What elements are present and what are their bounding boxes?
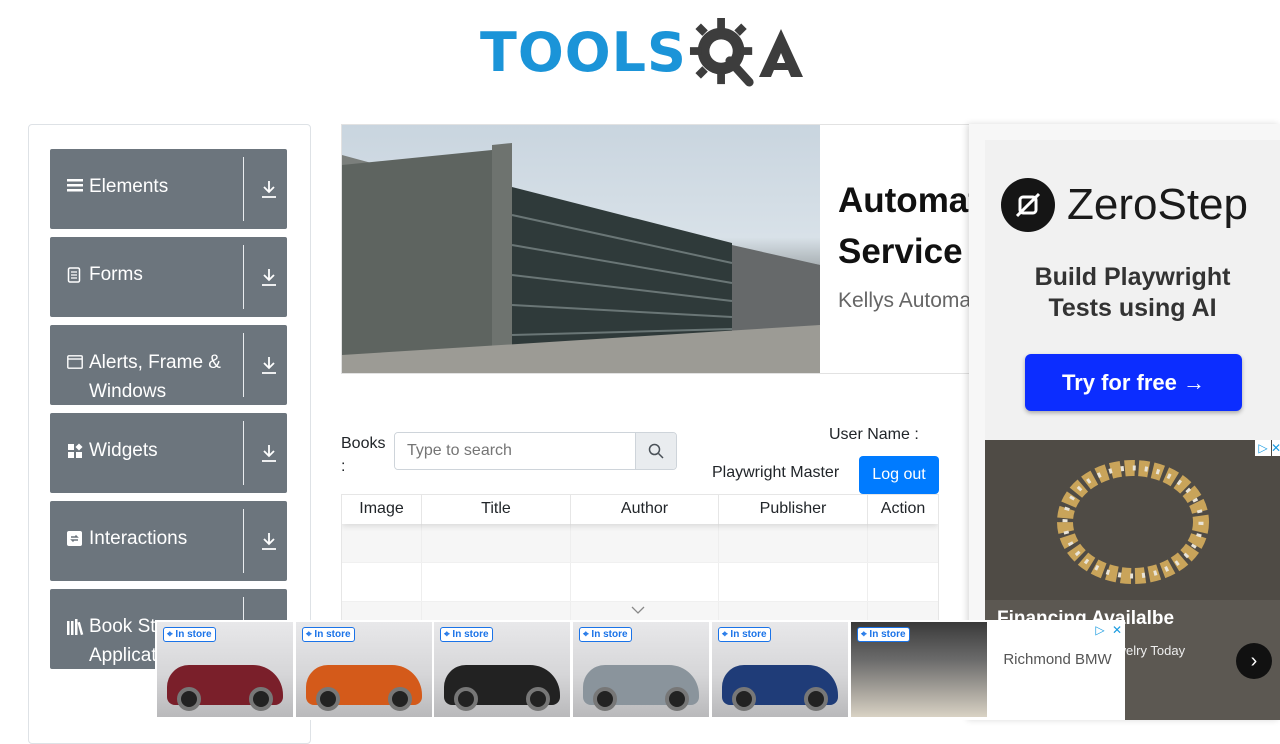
car-tile[interactable]: ⌖ In store	[157, 622, 293, 717]
sidebar-group-label: Widgets	[89, 440, 158, 461]
divider	[243, 245, 244, 309]
wheel	[177, 687, 201, 711]
wheel	[316, 687, 340, 711]
chevron-down-icon[interactable]	[631, 606, 645, 614]
zerostep-brand: ZeroStep	[1067, 180, 1248, 229]
download-icon[interactable]	[260, 531, 278, 551]
zerostep-ad[interactable]: ZeroStep Build Playwright Tests using AI…	[985, 140, 1280, 440]
sidebar-group-interactions[interactable]: Interactions	[50, 501, 287, 581]
bottom-ad[interactable]: ⌖ In store ⌖ In store ⌖ In store ⌖ In st…	[155, 620, 1125, 720]
column-header-action[interactable]: Action	[868, 495, 938, 524]
wheel	[526, 687, 550, 711]
ad-info-icon[interactable]: ▷	[1255, 440, 1271, 456]
badge-label: In store	[591, 629, 628, 640]
widgets-icon	[67, 443, 83, 462]
interactions-icon	[67, 531, 82, 549]
column-header-publisher[interactable]: Publisher	[719, 495, 868, 524]
badge-label: In store	[730, 629, 767, 640]
menu-icon	[67, 177, 83, 196]
books-label: Books :	[341, 435, 386, 475]
window-icon	[67, 355, 83, 372]
in-store-badge: ⌖ In store	[579, 627, 632, 642]
try-for-free-button[interactable]: Try for free →	[1025, 354, 1242, 411]
headline-line: Build Playwright	[1034, 263, 1231, 291]
badge-label: In store	[869, 629, 906, 640]
wheel	[732, 687, 756, 711]
chevron-right-icon[interactable]: ›	[1236, 643, 1272, 679]
sidebar-group-elements[interactable]: Elements	[50, 149, 287, 229]
sidebar-group-widgets[interactable]: Widgets	[50, 413, 287, 493]
in-store-badge: ⌖ In store	[857, 627, 910, 642]
badge-label: In store	[175, 629, 212, 640]
table-header: Image Title Author Publisher Action	[342, 495, 938, 524]
sidebar-group-label: Interactions	[89, 528, 188, 549]
in-store-badge: ⌖ In store	[440, 627, 493, 642]
download-icon[interactable]	[260, 355, 278, 375]
user-name-value: Playwright Master	[712, 464, 840, 481]
sidebar-group-label: Elements	[89, 176, 169, 197]
wheel	[388, 687, 412, 711]
table-row	[342, 563, 938, 602]
search-button[interactable]	[635, 433, 676, 469]
download-icon[interactable]	[260, 443, 278, 463]
gear-icon	[689, 18, 754, 87]
table-row	[342, 524, 938, 563]
divider	[243, 333, 244, 397]
books-table: Image Title Author Publisher Action	[341, 494, 939, 624]
in-store-badge: ⌖ In store	[718, 627, 771, 642]
headline-line: Tests using AI	[1048, 294, 1217, 322]
car-tile[interactable]: ⌖ In store	[434, 622, 570, 717]
toolsqa-logo[interactable]: TOOLS	[480, 14, 805, 92]
column-header-image[interactable]: Image	[342, 495, 422, 524]
logo-tools-text: TOOLS	[480, 21, 687, 84]
in-store-badge: ⌖ In store	[302, 627, 355, 642]
search-icon	[648, 443, 664, 459]
car-tile[interactable]: ⌖ In store	[573, 622, 709, 717]
sidebar-group-label: Forms	[89, 264, 143, 285]
search-input[interactable]	[395, 433, 635, 469]
logout-button[interactable]: Log out	[859, 456, 939, 494]
banner-title-line2: Service	[838, 232, 963, 271]
user-name-label: User Name :	[829, 426, 919, 443]
column-header-title[interactable]: Title	[422, 495, 571, 524]
wheel	[454, 687, 478, 711]
divider	[243, 157, 244, 221]
bracelet-image	[985, 440, 1280, 600]
car-tile[interactable]: ⌖ In store	[712, 622, 848, 717]
divider	[243, 421, 244, 485]
ad-close-icon[interactable]: ✕	[1109, 622, 1125, 638]
ad-close-icon[interactable]: ✕	[1271, 440, 1280, 456]
wheel	[665, 687, 689, 711]
dealer-name: Richmond BMW	[1003, 651, 1112, 668]
zerostep-logo-icon	[1001, 178, 1055, 232]
search-box	[394, 432, 677, 470]
library-icon	[67, 619, 85, 638]
wheel	[249, 687, 273, 711]
car-tile[interactable]: ⌖ In store	[296, 622, 432, 717]
zerostep-logo: ZeroStep	[1001, 178, 1248, 232]
logo-a-text	[757, 27, 805, 79]
document-icon	[67, 267, 81, 286]
car-tile[interactable]: ⌖ In store	[851, 622, 987, 717]
sidebar-group-forms[interactable]: Forms	[50, 237, 287, 317]
badge-label: In store	[314, 629, 351, 640]
zerostep-headline: Build Playwright Tests using AI	[985, 262, 1280, 324]
sidebar-group-alerts[interactable]: Alerts, Frame & Windows	[50, 325, 287, 405]
column-header-author[interactable]: Author	[571, 495, 719, 524]
download-icon[interactable]	[260, 267, 278, 287]
download-icon[interactable]	[260, 179, 278, 199]
badge-label: In store	[452, 629, 489, 640]
gate-photo	[342, 125, 820, 373]
divider	[243, 509, 244, 573]
logo-a-glyph	[759, 29, 803, 77]
wheel	[804, 687, 828, 711]
ad-info-icon[interactable]: ▷	[1092, 622, 1108, 638]
in-store-badge: ⌖ In store	[163, 627, 216, 642]
sidebar-group-label: Alerts, Frame & Windows	[89, 352, 221, 402]
wheel	[593, 687, 617, 711]
